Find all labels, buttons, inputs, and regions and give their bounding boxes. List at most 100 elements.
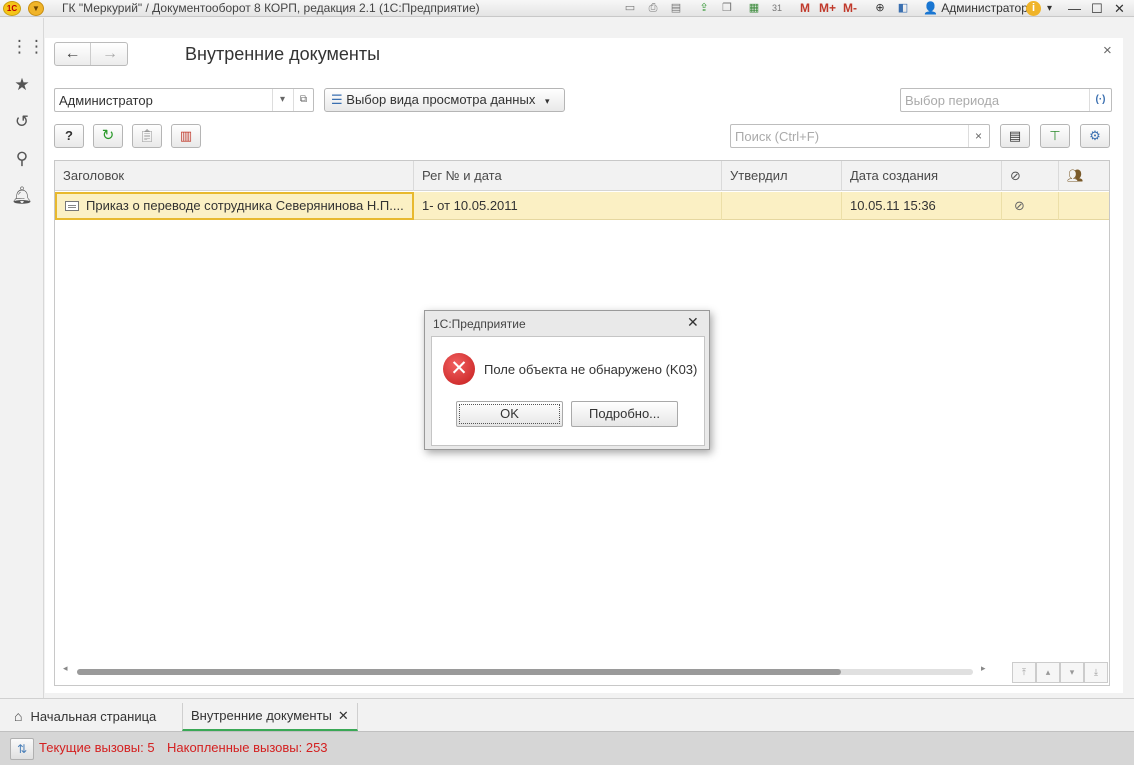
paperclip-icon[interactable]: ⊘ — [1002, 161, 1059, 191]
scroll-up-icon[interactable]: ▴ — [1036, 662, 1060, 683]
server-calls-icon[interactable]: ⇅ — [10, 738, 34, 760]
scroll-bottom-icon[interactable]: ⤓ — [1084, 662, 1108, 683]
maximize-icon[interactable]: ☐ — [1091, 0, 1103, 17]
tab-home[interactable]: ⌂ Начальная страница — [14, 703, 156, 729]
scroll-right-icon[interactable]: ▸ — [981, 663, 986, 674]
tab-home-label: Начальная страница — [30, 709, 157, 724]
close-icon[interactable]: ✕ — [1114, 0, 1125, 17]
upload-icon[interactable]: ⇪ — [696, 1, 712, 16]
chevron-down-icon: ▾ — [544, 96, 550, 106]
column-header-reg[interactable]: Рег № и дата — [414, 161, 722, 191]
error-dialog: 1С:Предприятие ✕ ✕ Поле объекта не обнар… — [424, 310, 710, 450]
memory-plus-button[interactable]: M+ — [819, 0, 836, 17]
memory-minus-button[interactable]: M- — [843, 0, 857, 17]
notifications-bell-icon[interactable]: 🔔︎ — [11, 185, 33, 207]
window-title-bar: 1С ▼ ГК "Меркурий" / Документооборот 8 К… — [0, 0, 1134, 17]
form-close-icon[interactable]: × — [1103, 42, 1112, 59]
attachment-icon: ⊘ — [1002, 192, 1059, 220]
period-placeholder: Выбор периода — [905, 93, 1000, 108]
user-icon: 👤 — [923, 1, 938, 15]
error-message: Поле объекта не обнаружено (K03) — [484, 362, 698, 377]
dialog-close-icon[interactable]: ✕ — [687, 314, 699, 331]
horizontal-scrollbar[interactable] — [77, 669, 973, 675]
forward-arrow-icon[interactable]: → — [92, 43, 128, 65]
report-icon[interactable]: ▥ — [171, 124, 201, 148]
calendar-icon[interactable]: 31 — [769, 1, 785, 16]
minimize-icon[interactable]: — — [1068, 0, 1081, 17]
help-button[interactable]: ? — [54, 124, 84, 148]
scroll-down-icon[interactable]: ▾ — [1060, 662, 1084, 683]
page-title: Внутренние документы — [185, 44, 381, 64]
info-dropdown-icon[interactable]: ▾ — [1047, 0, 1052, 17]
row-approved — [722, 192, 842, 220]
main-menu-button[interactable]: ▼ — [28, 1, 44, 16]
dialog-body: ✕ Поле объекта не обнаружено (K03) OK По… — [431, 336, 705, 446]
tab-internal-documents[interactable]: Внутренние документы ✕ — [182, 703, 358, 731]
user-name: Администратор — [941, 1, 1028, 15]
table-header: Заголовок Рег № и дата Утвердил Дата соз… — [55, 161, 1109, 191]
print-icon[interactable]: ⎙ — [645, 1, 661, 16]
current-calls: Текущие вызовы: 5 — [39, 740, 155, 755]
app-logo: 1С — [3, 1, 21, 16]
period-field[interactable]: Выбор периода (·) — [900, 88, 1112, 112]
navigation-buttons: ← → — [54, 42, 128, 66]
favorites-star-icon[interactable]: ★ — [11, 74, 33, 96]
back-arrow-icon[interactable]: ← — [55, 43, 91, 65]
open-windows-bar: ⌂ Начальная страница Внутренние документы… — [0, 698, 1134, 731]
chevron-down-icon[interactable]: ▾ — [272, 89, 292, 111]
users-icon[interactable]: 👥︎ — [1059, 161, 1109, 191]
window-title: ГК "Меркурий" / Документооборот 8 КОРП, … — [62, 1, 480, 15]
clipboard-icon[interactable]: 📋︎ — [132, 124, 162, 148]
page-navigation: ⤒ ▴ ▾ ⤓ — [1012, 662, 1108, 683]
ok-button[interactable]: OK — [456, 401, 563, 427]
view-selection-label: Выбор вида просмотра данных — [346, 92, 536, 107]
row-extra-cell — [1059, 192, 1109, 220]
table-row[interactable]: Приказ о переводе сотрудника Северянинов… — [55, 192, 1109, 220]
scroll-top-icon[interactable]: ⤒ — [1012, 662, 1036, 683]
row-created: 10.05.11 15:36 — [842, 192, 1002, 220]
status-bar: ⇅ Текущие вызовы: 5 Накопленные вызовы: … — [0, 731, 1134, 765]
current-user[interactable]: 👤 Администратор — [923, 0, 1028, 17]
tab-active-label: Внутренние документы — [191, 708, 332, 723]
view-selection-button[interactable]: ☰ Выбор вида просмотра данных ▾ — [324, 88, 565, 112]
menu-grid-icon[interactable]: ⋮⋮ — [11, 36, 45, 58]
error-icon: ✕ — [443, 353, 475, 385]
tab-close-icon[interactable]: ✕ — [338, 708, 349, 723]
scrollbar-thumb[interactable] — [77, 669, 841, 675]
dialog-title: 1С:Предприятие — [433, 317, 526, 331]
preview-icon[interactable]: ▤ — [668, 1, 684, 16]
info-icon[interactable]: i — [1026, 1, 1041, 16]
memory-m-button[interactable]: M — [800, 0, 810, 17]
view-list-icon: ☰ — [331, 92, 343, 107]
column-header-approved[interactable]: Утвердил — [722, 161, 842, 191]
column-header-created[interactable]: Дата создания — [842, 161, 1002, 191]
row-reg: 1- от 10.05.2011 — [414, 192, 722, 220]
save-icon[interactable]: ▭ — [622, 1, 638, 16]
row-title-cell[interactable]: Приказ о переводе сотрудника Северянинов… — [55, 192, 414, 220]
column-header-title[interactable]: Заголовок — [55, 161, 414, 191]
details-button[interactable]: Подробно... — [571, 401, 678, 427]
scroll-left-icon[interactable]: ◂ — [63, 663, 68, 674]
period-select-icon[interactable]: (·) — [1089, 89, 1111, 111]
user-select[interactable]: Администратор ▾ ⧉ — [54, 88, 314, 112]
hierarchy-icon[interactable]: ⊤ — [1040, 124, 1070, 148]
search-placeholder: Поиск (Ctrl+F) — [735, 129, 820, 144]
sections-panel: ⋮⋮ ★ ↺ ⚲ 🔔︎ — [0, 18, 45, 698]
document-icon — [65, 201, 79, 211]
list-settings-icon[interactable]: ▤ — [1000, 124, 1030, 148]
calculator-icon[interactable]: ▦ — [746, 1, 762, 16]
search-icon[interactable]: ⚲ — [11, 148, 33, 170]
settings-icon[interactable]: ⚙ — [1080, 124, 1110, 148]
panel-icon[interactable]: ◧ — [895, 1, 911, 16]
search-input[interactable]: Поиск (Ctrl+F) × — [730, 124, 990, 148]
copy-icon[interactable]: ❐ — [719, 1, 735, 16]
user-select-value: Администратор — [59, 93, 153, 108]
zoom-icon[interactable]: ⊕ — [872, 1, 888, 16]
history-icon[interactable]: ↺ — [11, 111, 33, 133]
refresh-icon[interactable]: ↻ — [93, 124, 123, 148]
row-title: Приказ о переводе сотрудника Северянинов… — [86, 198, 404, 213]
open-icon[interactable]: ⧉ — [293, 89, 313, 111]
search-clear-icon[interactable]: × — [968, 125, 988, 147]
accumulated-calls: Накопленные вызовы: 253 — [167, 740, 328, 755]
home-icon: ⌂ — [14, 708, 23, 724]
